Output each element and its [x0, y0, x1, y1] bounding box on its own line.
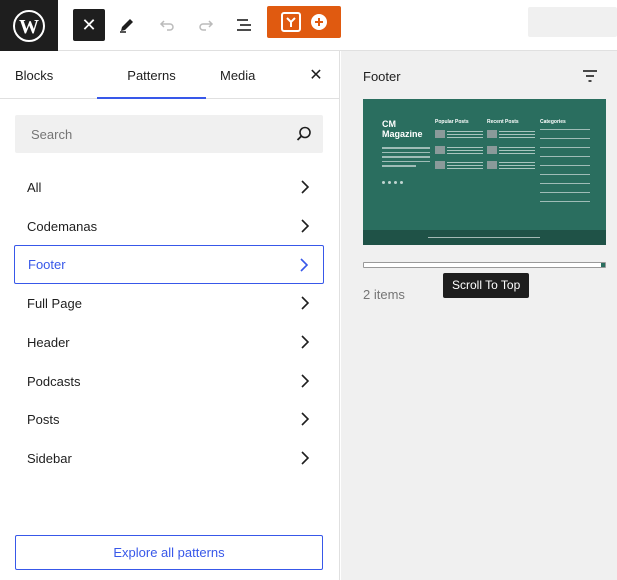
- category-label: Sidebar: [27, 451, 72, 466]
- redo-icon: [199, 20, 214, 31]
- preview-post: [435, 146, 483, 156]
- category-title: Footer: [363, 69, 401, 84]
- category-label: Podcasts: [27, 374, 81, 389]
- category-label: Posts: [27, 412, 60, 427]
- category-item-posts[interactable]: Posts: [14, 400, 324, 439]
- edit-tool-button[interactable]: [111, 9, 143, 41]
- footer-pattern-preview[interactable]: CM Magazine Popular Posts Recent Posts C…: [363, 99, 606, 245]
- category-item-sidebar[interactable]: Sidebar: [14, 439, 324, 478]
- preview-description: [382, 147, 430, 170]
- pattern-search: [15, 115, 323, 153]
- tab-blocks[interactable]: Blocks: [15, 51, 53, 99]
- category-item-podcasts[interactable]: Podcasts: [14, 362, 324, 401]
- wordpress-logo-icon[interactable]: W: [0, 0, 58, 51]
- category-label: Footer: [28, 257, 66, 272]
- list-view-icon: [237, 19, 251, 31]
- toolbar-right-area[interactable]: [528, 7, 617, 37]
- category-label: Codemanas: [27, 219, 98, 234]
- editor-toolbar: W ✕: [0, 0, 617, 51]
- preview-post: [487, 130, 535, 140]
- redo-button[interactable]: [190, 9, 222, 41]
- inserter-tabs: Blocks Patterns Media ✕: [0, 51, 340, 99]
- undo-icon: [159, 20, 174, 31]
- chevron-right-icon: [301, 180, 310, 194]
- search-input[interactable]: [15, 115, 285, 153]
- inserter-panel: Blocks Patterns Media ✕ All Codemanas Fo…: [0, 51, 340, 580]
- undo-button[interactable]: [151, 9, 183, 41]
- document-overview-button[interactable]: [228, 9, 260, 41]
- category-item-full-page[interactable]: Full Page: [14, 284, 324, 323]
- plugin-toolbar-button[interactable]: [267, 6, 341, 38]
- chevron-right-icon: [301, 451, 310, 465]
- chevron-right-icon: [300, 258, 309, 272]
- close-inserter-button[interactable]: ✕: [73, 9, 105, 41]
- search-icon: [296, 126, 311, 141]
- chevron-right-icon: [301, 219, 310, 233]
- chevron-right-icon: [301, 374, 310, 388]
- preview-popular-heading: Popular Posts: [435, 119, 469, 125]
- pencil-icon: [120, 19, 133, 33]
- chevron-right-icon: [301, 412, 310, 426]
- tab-patterns[interactable]: Patterns: [97, 51, 206, 99]
- chevron-right-icon: [301, 335, 310, 349]
- preview-post: [487, 161, 535, 171]
- plugin-icon: [281, 12, 301, 32]
- plus-circle-icon: [311, 14, 327, 30]
- preview-copyright-bar: [363, 230, 606, 245]
- preview-scrollbar[interactable]: [363, 262, 606, 268]
- tooltip: Scroll To Top: [443, 273, 530, 298]
- close-icon: ✕: [309, 67, 323, 84]
- category-label: All: [27, 180, 42, 195]
- category-label: Header: [27, 335, 70, 350]
- preview-post: [487, 146, 535, 156]
- filter-icon[interactable]: [581, 67, 599, 85]
- preview-categories-heading: Categories: [540, 119, 566, 125]
- preview-post: [435, 161, 483, 171]
- close-panel-button[interactable]: ✕: [306, 65, 326, 85]
- category-item-all[interactable]: All: [14, 168, 324, 207]
- close-icon: ✕: [81, 14, 97, 35]
- pattern-preview-panel: Footer CM Magazine Popular Posts Recent …: [341, 51, 617, 580]
- pattern-count: 2 items: [363, 287, 405, 302]
- category-item-footer[interactable]: Footer: [14, 245, 324, 284]
- category-label: Full Page: [27, 296, 82, 311]
- preview-category-list: [540, 129, 590, 210]
- preview-recent-heading: Recent Posts: [487, 119, 519, 125]
- preview-social-icons: [382, 181, 403, 184]
- tab-media[interactable]: Media: [220, 51, 255, 99]
- preview-brand: CM Magazine: [382, 119, 423, 139]
- svg-text:W: W: [19, 16, 39, 38]
- category-item-codemanas[interactable]: Codemanas: [14, 207, 324, 246]
- preview-post: [435, 130, 483, 140]
- explore-all-patterns-button[interactable]: Explore all patterns: [15, 535, 323, 570]
- category-item-header[interactable]: Header: [14, 323, 324, 362]
- chevron-right-icon: [301, 296, 310, 310]
